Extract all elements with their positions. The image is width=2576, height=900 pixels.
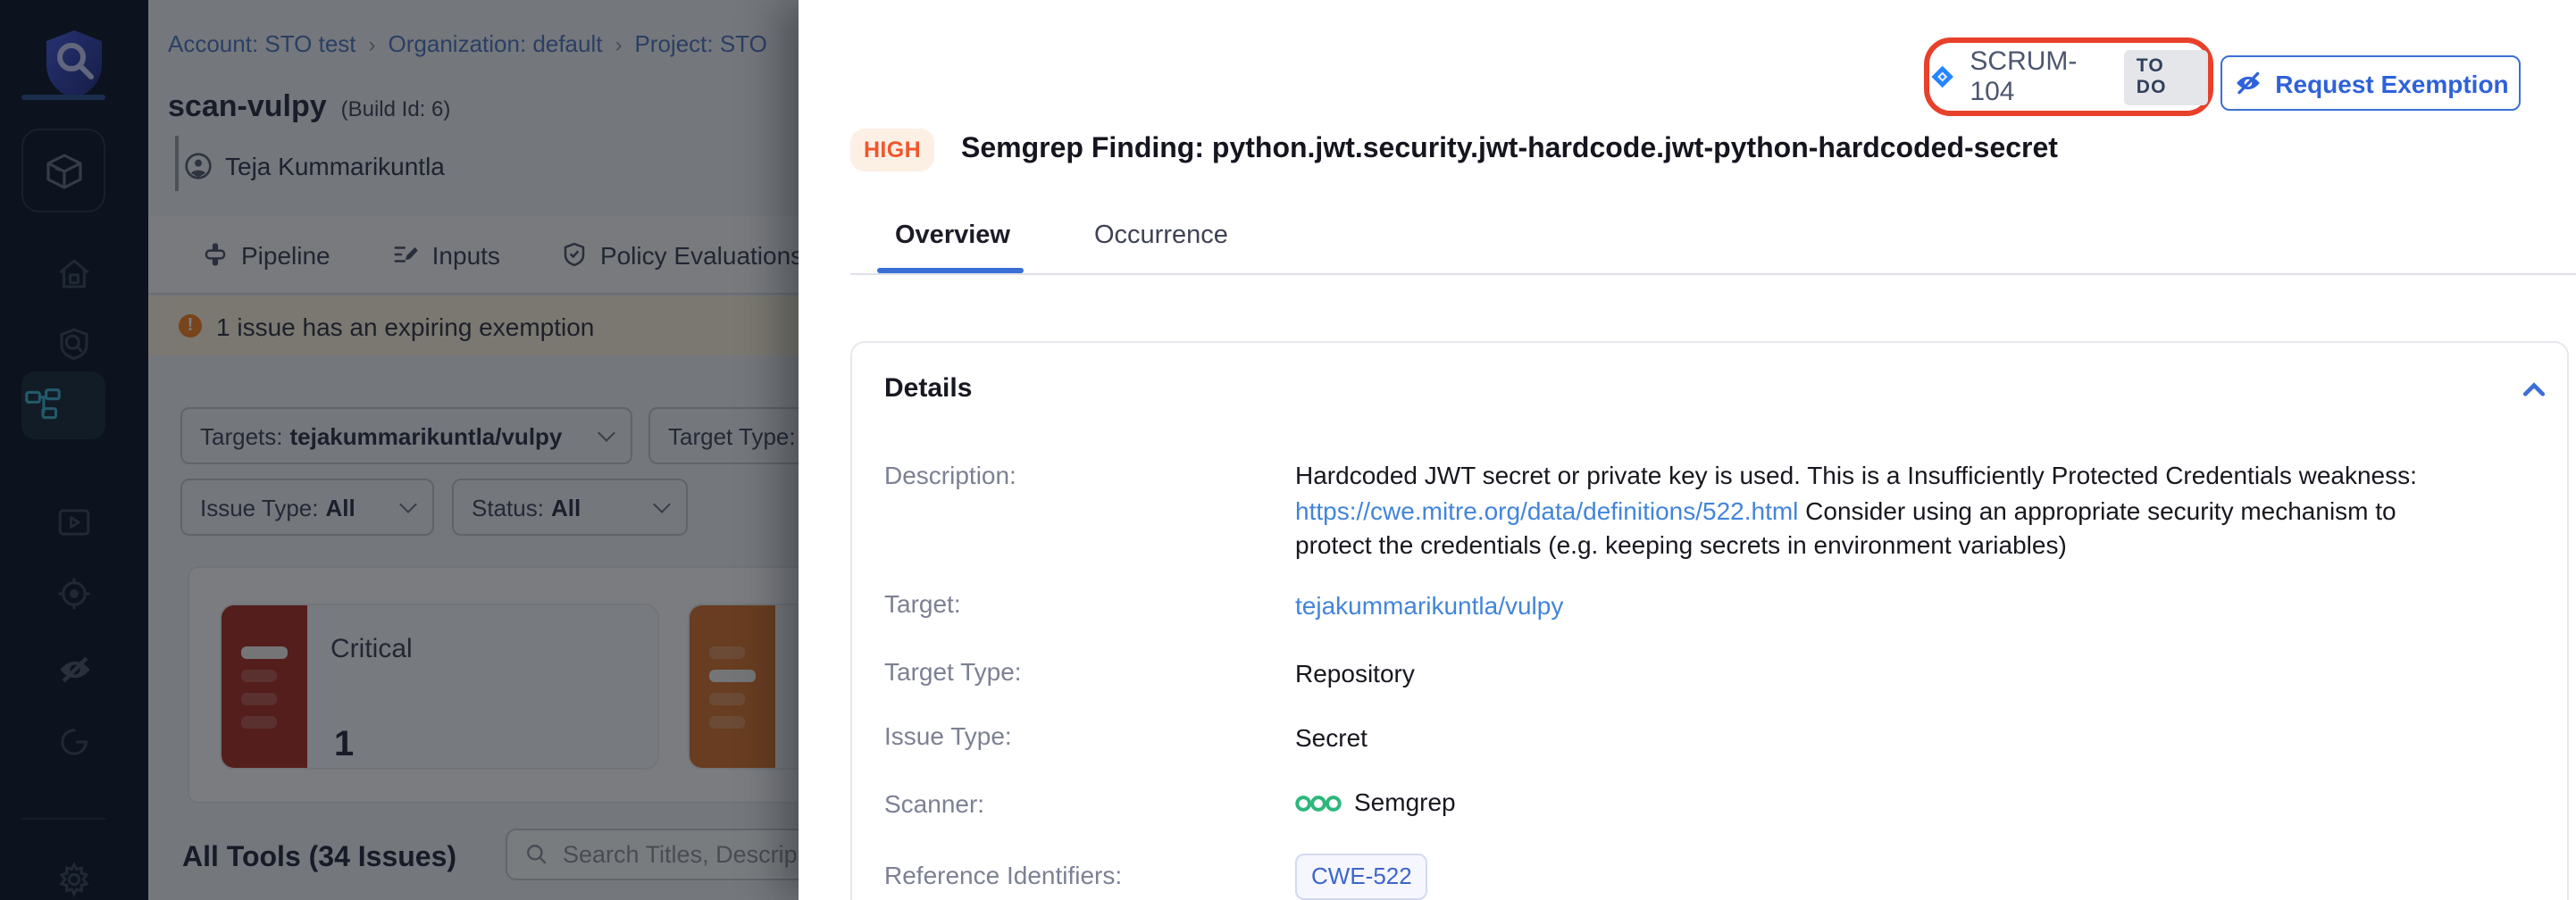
target-type-label: Target Type: (884, 657, 1022, 686)
drawer-tabbar: Overview Occurrence (895, 221, 1228, 250)
jira-status-badge: TO DO (2124, 49, 2208, 104)
tab-occurrence[interactable]: Occurrence (1094, 221, 1228, 250)
request-exemption-button[interactable]: Request Exemption (2221, 55, 2521, 111)
modal-backdrop[interactable] (0, 0, 799, 900)
issue-type-label: Issue Type: (884, 721, 1012, 750)
tab-overview[interactable]: Overview (895, 221, 1010, 250)
finding-title: Semgrep Finding: python.jwt.security.jwt… (961, 134, 2533, 166)
cwe-link[interactable]: https://cwe.mitre.org/data/definitions/5… (1295, 496, 1798, 524)
scanner-name: Semgrep (1354, 786, 1456, 821)
cwe-badge[interactable]: CWE-522 (1295, 854, 1428, 899)
description-pre: Hardcoded JWT secret or private key is u… (1295, 461, 2417, 489)
scanner-value: Semgrep (1295, 786, 1456, 821)
details-card: Details Description: Hardcoded JWT secre… (850, 341, 2569, 900)
target-label: Target: (884, 589, 961, 618)
jira-ticket-annotation: SCRUM-104 TO DO (1924, 38, 2213, 116)
details-heading: Details (884, 373, 972, 404)
jira-ticket-key[interactable]: SCRUM-104 (1970, 46, 2109, 107)
issue-type-value: Secret (1295, 721, 1367, 756)
scanner-label: Scanner: (884, 789, 984, 818)
jira-icon (1929, 62, 1955, 91)
chevron-up-icon[interactable] (2522, 382, 2546, 396)
tabbar-rule (850, 273, 2576, 275)
reference-identifiers-label: Reference Identifiers: (884, 861, 1122, 889)
app-root: Account: STO test › Organization: defaul… (0, 0, 2576, 900)
description-label: Description: (884, 461, 1016, 489)
eye-off-icon (2232, 68, 2262, 98)
reference-identifiers-value: CWE-522 (1295, 854, 1428, 899)
description-value: Hardcoded JWT secret or private key is u… (1295, 459, 2465, 563)
severity-badge-high: HIGH (850, 129, 934, 171)
target-value: tejakummarikuntla/vulpy (1295, 589, 1563, 624)
target-link[interactable]: tejakummarikuntla/vulpy (1295, 591, 1563, 620)
issue-details-drawer: SCRUM-104 TO DO Request Exemption HIGH S… (799, 0, 2576, 900)
request-exemption-label: Request Exemption (2275, 69, 2508, 97)
semgrep-icon (1295, 793, 1342, 814)
target-type-value: Repository (1295, 657, 1415, 692)
